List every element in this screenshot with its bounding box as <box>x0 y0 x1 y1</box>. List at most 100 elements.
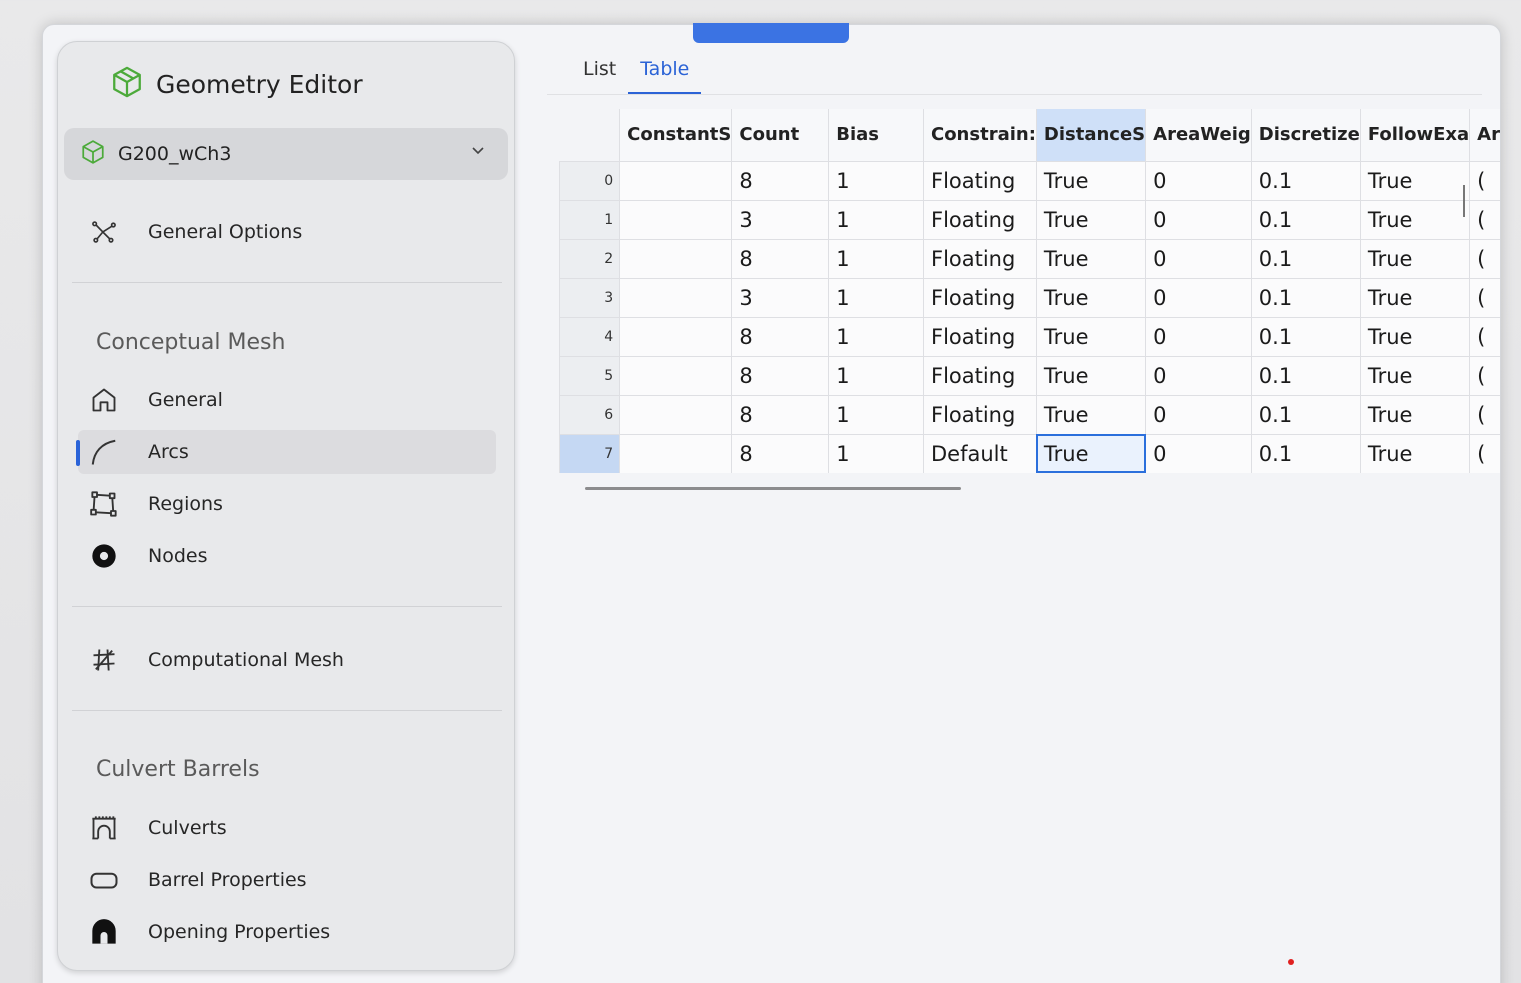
table-cell[interactable] <box>619 316 732 356</box>
table-cell[interactable]: ( <box>1469 316 1500 356</box>
table-cell[interactable] <box>619 160 732 200</box>
table-cell[interactable]: True <box>1035 316 1146 356</box>
table-cell[interactable]: 1 <box>828 238 924 278</box>
table-cell[interactable]: True <box>1359 433 1470 473</box>
table-cell[interactable]: True <box>1359 238 1470 278</box>
nav-culverts[interactable]: Culverts <box>78 806 496 850</box>
table-cell[interactable]: Floating <box>922 199 1037 239</box>
table-cell[interactable]: ( <box>1469 394 1500 434</box>
table-cell[interactable] <box>619 238 732 278</box>
table-cell[interactable]: True <box>1035 277 1146 317</box>
table-cell[interactable]: ( <box>1469 433 1500 473</box>
column-header[interactable]: Bias <box>828 109 924 161</box>
table-cell[interactable]: True <box>1359 199 1470 239</box>
table-cell[interactable]: 1 <box>828 433 924 473</box>
table-cell[interactable] <box>619 394 732 434</box>
row-index[interactable]: 5 <box>558 355 620 395</box>
table-cell[interactable]: ( <box>1469 238 1500 278</box>
table-cell[interactable]: Floating <box>922 238 1037 278</box>
table-cell[interactable]: ( <box>1469 277 1500 317</box>
horizontal-scrollbar[interactable] <box>585 487 961 490</box>
table-row[interactable]: 7 8 1 Default True 0 0.1 True( <box>558 433 1500 473</box>
nav-nodes[interactable]: Nodes <box>78 534 496 578</box>
table-row[interactable]: 4 8 1 Floating True 0 0.1 True( <box>558 316 1500 356</box>
table-cell[interactable]: True <box>1035 199 1146 239</box>
column-header[interactable]: Discretize <box>1250 109 1361 161</box>
table-row[interactable]: 5 8 1 Floating True 0 0.1 True( <box>558 355 1500 395</box>
table-cell[interactable]: 0.1 <box>1250 238 1361 278</box>
column-header[interactable]: FollowExa <box>1359 109 1470 161</box>
column-header[interactable]: ConstantS <box>619 109 732 161</box>
column-header[interactable]: AreaWeig <box>1145 109 1252 161</box>
table-cell[interactable]: 0.1 <box>1250 199 1361 239</box>
table-cell[interactable]: True <box>1035 355 1146 395</box>
table-cell[interactable]: True <box>1035 433 1146 473</box>
table-cell[interactable]: Default <box>922 433 1037 473</box>
table-cell[interactable]: Floating <box>922 277 1037 317</box>
table-cell[interactable]: 0.1 <box>1250 433 1361 473</box>
table-cell[interactable]: 8 <box>731 355 829 395</box>
table-cell[interactable]: 0 <box>1145 160 1252 200</box>
column-header[interactable]: DistanceS <box>1035 109 1146 161</box>
table-cell[interactable] <box>619 433 732 473</box>
table-cell[interactable]: 0 <box>1145 277 1252 317</box>
table-cell[interactable]: 0.1 <box>1250 160 1361 200</box>
table-cell[interactable]: 0 <box>1145 355 1252 395</box>
table-cell[interactable]: 0 <box>1145 238 1252 278</box>
table-cell[interactable]: 0 <box>1145 199 1252 239</box>
row-index[interactable]: 2 <box>558 238 620 278</box>
table-cell[interactable]: 8 <box>731 316 829 356</box>
table-cell[interactable] <box>619 355 732 395</box>
table-cell[interactable]: 0 <box>1145 394 1252 434</box>
table-cell[interactable]: 0.1 <box>1250 316 1361 356</box>
table-cell[interactable]: 3 <box>731 277 829 317</box>
mesh-selector-dropdown[interactable]: G200_wCh3 <box>64 128 508 180</box>
table-cell[interactable]: 0.1 <box>1250 394 1361 434</box>
table-cell[interactable]: True <box>1359 277 1470 317</box>
table-cell[interactable]: 8 <box>731 394 829 434</box>
row-index[interactable]: 3 <box>558 277 620 317</box>
row-index[interactable]: 7 <box>558 433 620 473</box>
table-cell[interactable]: 0 <box>1145 433 1252 473</box>
row-index[interactable]: 1 <box>558 199 620 239</box>
table-cell[interactable]: 1 <box>828 316 924 356</box>
table-cell[interactable]: ( <box>1469 355 1500 395</box>
table-cell[interactable]: True <box>1359 160 1470 200</box>
nav-arcs[interactable]: Arcs <box>76 430 496 474</box>
column-header[interactable]: Constrain: <box>922 109 1037 161</box>
nav-opening-properties[interactable]: Opening Properties <box>78 910 496 954</box>
row-index[interactable]: 6 <box>558 394 620 434</box>
table-cell[interactable]: True <box>1035 160 1146 200</box>
table-cell[interactable]: True <box>1035 394 1146 434</box>
table-cell[interactable]: 1 <box>828 199 924 239</box>
table-cell[interactable]: Floating <box>922 355 1037 395</box>
nav-computational-mesh[interactable]: Computational Mesh <box>78 638 496 682</box>
table-row[interactable]: 1 3 1 Floating True 0 0.1 True( <box>558 199 1500 239</box>
table-cell[interactable]: ( <box>1469 160 1500 200</box>
table-cell[interactable]: 1 <box>828 394 924 434</box>
table-cell[interactable]: 0.1 <box>1250 355 1361 395</box>
table-row[interactable]: 2 8 1 Floating True 0 0.1 True( <box>558 238 1500 278</box>
table-row[interactable]: 0 8 1 Floating True 0 0.1 True( <box>558 160 1500 200</box>
table-cell[interactable]: Floating <box>922 394 1037 434</box>
table-cell[interactable]: Floating <box>922 160 1037 200</box>
table-cell[interactable]: True <box>1359 316 1470 356</box>
table-cell[interactable] <box>619 199 732 239</box>
tab-table[interactable]: Table <box>628 55 702 95</box>
table-cell[interactable]: ( <box>1469 199 1500 239</box>
table-row[interactable]: 6 8 1 Floating True 0 0.1 True( <box>558 394 1500 434</box>
window-drag-handle[interactable] <box>693 23 849 43</box>
table-cell[interactable]: 8 <box>731 433 829 473</box>
column-header[interactable]: Count <box>731 109 829 161</box>
table-cell[interactable]: True <box>1359 355 1470 395</box>
table-cell[interactable] <box>619 277 732 317</box>
table-cell[interactable]: 3 <box>731 199 829 239</box>
table-cell[interactable]: 8 <box>731 160 829 200</box>
table-row[interactable]: 3 3 1 Floating True 0 0.1 True( <box>558 277 1500 317</box>
table-cell[interactable]: 0.1 <box>1250 277 1361 317</box>
vertical-scrollbar[interactable] <box>1463 185 1465 217</box>
table-cell[interactable]: 8 <box>731 238 829 278</box>
nav-barrel-properties[interactable]: Barrel Properties <box>78 858 496 902</box>
table-cell[interactable]: 1 <box>828 277 924 317</box>
table-cell[interactable]: True <box>1035 238 1146 278</box>
